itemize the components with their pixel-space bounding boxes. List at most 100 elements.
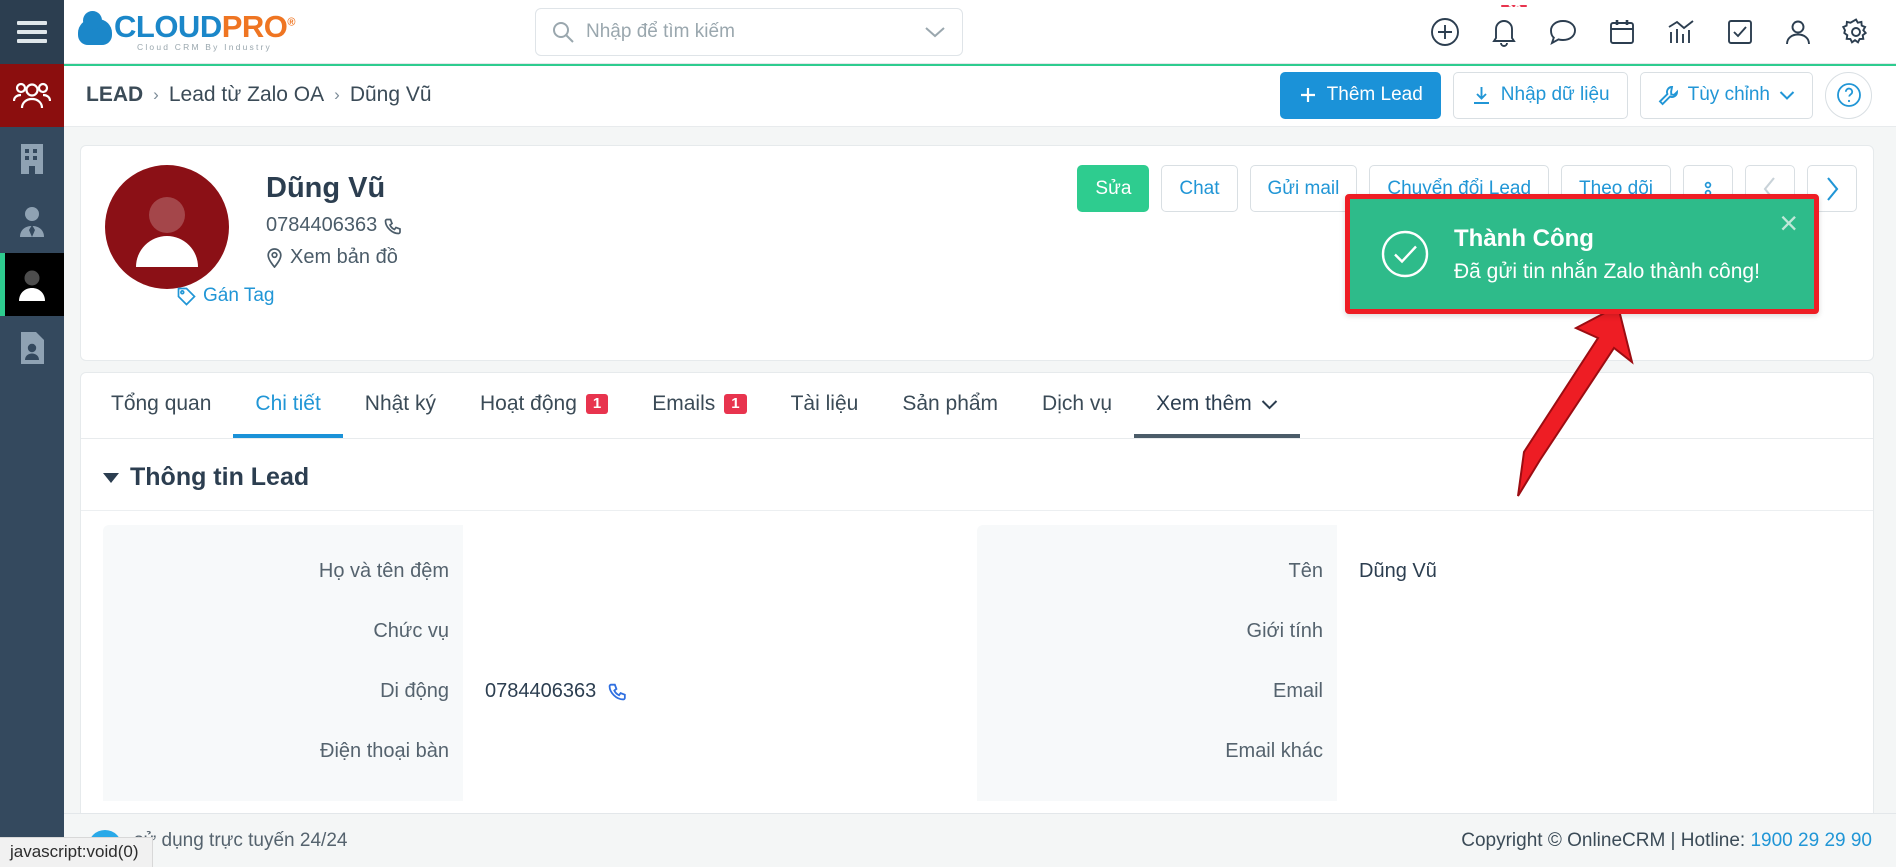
breadcrumb-current: Dũng Vũ — [349, 83, 432, 106]
view-map-link[interactable]: Xem bản đồ — [290, 246, 398, 269]
tag-icon — [177, 287, 196, 306]
tab-hoat-dong[interactable]: Hoạt động 1 — [458, 374, 630, 438]
add-lead-button[interactable]: Thêm Lead — [1279, 71, 1441, 119]
sidebar-item-records[interactable] — [0, 316, 64, 379]
download-icon — [1473, 86, 1489, 104]
logo-pro-text: PRO — [221, 9, 288, 45]
field-value[interactable] — [1359, 601, 1851, 661]
field-label: Giới tính — [1246, 619, 1323, 642]
logo-tagline: Cloud CRM By Industry — [137, 42, 273, 53]
lead-info-form: Họ và tên đệm Chức vụ Di động Điện thoại… — [81, 511, 1873, 801]
search-input[interactable]: Nhập để tìm kiếm — [586, 21, 924, 43]
breadcrumb-bar: LEAD › Lead từ Zalo OA › Dũng Vũ Thêm Le… — [64, 64, 1896, 127]
field-label: Họ và tên đệm — [318, 559, 449, 582]
chevron-down-icon — [1779, 90, 1795, 100]
customize-button[interactable]: Tùy chỉnh — [1639, 71, 1813, 119]
tab-tong-quan[interactable]: Tổng quan — [89, 374, 233, 438]
lead-identity: Dũng Vũ 0784406363 Xem bản đồ — [266, 172, 403, 269]
chat-icon[interactable] — [1548, 18, 1578, 46]
tab-tai-lieu[interactable]: Tài liệu — [769, 374, 881, 438]
close-icon[interactable]: × — [1779, 207, 1798, 239]
chat-label: Chat — [1179, 177, 1220, 199]
field-value[interactable] — [1359, 721, 1851, 781]
avatar — [105, 165, 229, 289]
menu-toggle-button[interactable] — [0, 0, 64, 64]
send-mail-label: Gửi mail — [1267, 177, 1340, 199]
send-mail-button[interactable]: Gửi mail — [1249, 165, 1358, 212]
settings-icon[interactable] — [1841, 17, 1870, 46]
wrench-icon — [1658, 85, 1678, 105]
breadcrumb-parent[interactable]: Lead từ Zalo OA — [169, 83, 324, 107]
hotline-number[interactable]: 1900 29 29 90 — [1750, 830, 1872, 851]
annotation-arrow-icon — [1517, 304, 1634, 497]
lead-phone-row[interactable]: 0784406363 — [266, 214, 403, 237]
toast-body: Thành Công Đã gửi tin nhắn Zalo thành cô… — [1454, 225, 1760, 284]
person-icon — [19, 270, 45, 301]
chevron-down-icon[interactable] — [924, 25, 946, 39]
form-column-right: Tên Giới tính Email Email khác Dũng Vũ — [977, 525, 1851, 801]
breadcrumb-separator-icon: › — [153, 85, 159, 104]
logo-cloud-text: CLOUD — [114, 9, 222, 45]
reports-icon[interactable] — [1666, 18, 1696, 46]
edit-button[interactable]: Sửa — [1077, 165, 1150, 212]
map-pin-icon — [267, 247, 282, 268]
avatar-body — [136, 236, 198, 267]
phone-icon[interactable] — [608, 681, 628, 701]
phone-icon[interactable] — [384, 216, 403, 235]
tab-badge-hoat-dong: 1 — [585, 393, 609, 415]
tasks-icon[interactable] — [1726, 18, 1754, 46]
document-person-icon — [21, 331, 44, 364]
footer-right: Copyright © OnlineCRM | Hotline: 1900 29… — [1461, 830, 1872, 852]
form-values-left: 0784406363 — [463, 525, 977, 801]
customize-label: Tùy chỉnh — [1687, 84, 1770, 105]
field-label: Di động — [380, 679, 449, 702]
global-search[interactable]: Nhập để tìm kiếm — [535, 7, 964, 56]
tab-xem-them[interactable]: Xem thêm — [1134, 374, 1300, 438]
section-title-text: Thông tin Lead — [130, 463, 310, 491]
tab-san-pham[interactable]: Sản phẩm — [880, 374, 1020, 438]
avatar-head — [149, 197, 185, 233]
hamburger-icon — [17, 16, 47, 48]
breadcrumb-root[interactable]: LEAD — [86, 83, 143, 107]
cloud-logo-icon — [78, 10, 112, 45]
notifications-icon[interactable]: 38 — [1490, 0, 1527, 47]
notification-badge: 38 — [1501, 0, 1527, 13]
logo-registered-mark: ® — [287, 16, 296, 29]
add-icon[interactable] — [1430, 17, 1460, 47]
question-circle-icon — [1836, 83, 1861, 107]
account-icon[interactable] — [1784, 18, 1812, 46]
field-value[interactable] — [485, 721, 977, 781]
field-value[interactable] — [485, 601, 977, 661]
building-icon — [21, 143, 43, 174]
caret-down-icon — [103, 472, 119, 483]
assign-tag-button[interactable]: Gán Tag — [177, 285, 274, 307]
person-tie-icon — [20, 206, 44, 237]
field-label: Điện thoại bàn — [320, 739, 449, 762]
left-sidebar — [0, 0, 64, 867]
toast-title: Thành Công — [1454, 224, 1594, 252]
field-value[interactable] — [485, 541, 977, 601]
calendar-icon[interactable] — [1608, 18, 1636, 46]
sidebar-item-employees[interactable] — [0, 190, 64, 253]
chat-button[interactable]: Chat — [1161, 165, 1238, 212]
breadcrumb-separator-icon-2: › — [334, 85, 340, 104]
tab-nhat-ky[interactable]: Nhật ký — [343, 374, 458, 438]
sidebar-item-contacts[interactable] — [0, 64, 64, 127]
top-header: CLOUDPRO® Cloud CRM By Industry Nhập để … — [64, 0, 1896, 64]
form-labels-left: Họ và tên đệm Chức vụ Di động Điện thoại… — [103, 525, 463, 801]
sidebar-item-leads[interactable] — [0, 253, 64, 316]
field-value[interactable]: Dũng Vũ — [1359, 541, 1851, 601]
sidebar-item-companies[interactable] — [0, 127, 64, 190]
success-toast: Thành Công Đã gửi tin nhắn Zalo thành cô… — [1345, 194, 1819, 314]
import-data-button[interactable]: Nhập dữ liệu — [1452, 71, 1628, 119]
tab-dich-vu[interactable]: Dịch vụ — [1020, 374, 1134, 438]
tab-chi-tiet[interactable]: Chi tiết — [233, 374, 343, 438]
help-button[interactable] — [1825, 71, 1872, 119]
tab-emails[interactable]: Emails 1 — [630, 374, 768, 438]
lead-map-row[interactable]: Xem bản đồ — [266, 246, 403, 269]
app-logo[interactable]: CLOUDPRO® Cloud CRM By Industry — [78, 9, 296, 53]
field-value[interactable] — [1359, 661, 1851, 721]
breadcrumb: LEAD › Lead từ Zalo OA › Dũng Vũ — [86, 83, 432, 107]
form-column-left: Họ và tên đệm Chức vụ Di động Điện thoại… — [103, 525, 977, 801]
field-value-mobile[interactable]: 0784406363 — [485, 661, 977, 721]
